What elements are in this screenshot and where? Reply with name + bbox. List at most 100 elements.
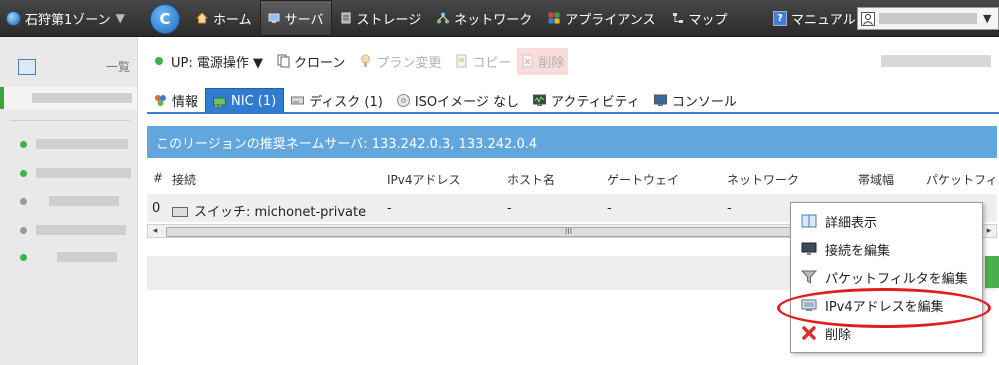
menu-item-label: パケットフィルタを編集 — [825, 271, 968, 287]
column-header: パケットフィ — [926, 173, 998, 187]
username-redacted — [879, 13, 977, 24]
column-header: # — [153, 171, 164, 185]
nav-appliance[interactable]: アプライアンス — [540, 0, 663, 36]
nav-map[interactable]: マップ — [664, 0, 736, 36]
sidebar-server-item[interactable] — [0, 87, 137, 109]
menu-item-label: 削除 — [825, 327, 852, 343]
zone-label: 石狩第1ゾーン — [25, 12, 111, 28]
menu-item-details[interactable]: 詳細表示 — [791, 207, 982, 235]
nic-gateway: - — [607, 201, 612, 216]
red-x-icon — [802, 326, 816, 340]
server-name-redacted — [57, 252, 117, 262]
chevron-down-icon: ▼ — [115, 11, 125, 25]
nic-connection-label: スイッチ: michonet-private — [194, 205, 367, 220]
server-name-redacted — [36, 225, 126, 235]
status-running-icon — [20, 253, 27, 261]
menu-item-label: 詳細表示 — [825, 215, 878, 231]
nav-storage[interactable]: ストレージ — [332, 0, 430, 36]
column-header: IPv4アドレス — [387, 173, 461, 187]
scroll-right-icon[interactable]: ▸ — [982, 225, 996, 237]
nav-home[interactable]: ホーム — [188, 0, 260, 36]
sidebar-server-item[interactable] — [0, 246, 137, 268]
delete-button[interactable]: 削除 — [517, 47, 569, 75]
nic-network: - — [727, 201, 732, 216]
menu-item-label: IPv4アドレスを編集 — [825, 299, 944, 315]
add-nic-button[interactable] — [985, 256, 999, 288]
server-name-redacted — [49, 196, 119, 206]
filter-icon — [801, 270, 817, 284]
tab-iso[interactable]: ISOイメージ なし — [390, 88, 526, 112]
menu-item-edit-connection[interactable]: 接続を編集 — [791, 235, 982, 263]
manual-label: マニュアル — [791, 12, 856, 28]
book-icon — [801, 214, 817, 228]
cd-icon — [396, 93, 410, 107]
info-icon — [155, 94, 166, 106]
server-detail-tabs: 情報 NIC (1) ディスク (1) ISOイメージ なし アクティビティ コ… — [147, 88, 999, 114]
clone-icon — [277, 54, 290, 68]
nic-index: 0 — [152, 201, 161, 216]
column-header: ゲートウェイ — [607, 173, 680, 187]
delete-icon — [522, 54, 533, 68]
clone-button[interactable]: クローン — [277, 52, 345, 71]
copy-icon — [456, 54, 467, 68]
tab-activity-label: アクティビティ — [551, 94, 640, 110]
column-header: 接続 — [172, 173, 197, 187]
appliance-icon — [548, 12, 560, 24]
tab-activity[interactable]: アクティビティ — [526, 88, 647, 112]
server-list-sidebar: 一覧 — [0, 37, 138, 365]
sidebar-divider — [10, 120, 130, 121]
nic-ipv4: - — [387, 201, 392, 216]
scrollbar-grip-icon: III — [565, 227, 573, 236]
tab-disk[interactable]: ディスク (1) — [284, 88, 390, 112]
copy-button[interactable]: コピー — [455, 52, 511, 71]
plan-change-button[interactable]: プラン変更 — [359, 52, 441, 71]
tab-console[interactable]: コンソール — [647, 88, 744, 112]
nav-server[interactable]: サーバ — [259, 0, 332, 36]
status-stopped-icon — [20, 197, 27, 205]
switch-icon — [172, 207, 188, 217]
status-stopped-icon — [20, 226, 27, 234]
nic-context-menu: 詳細表示 接続を編集 パケットフィルタを編集 IPv4アドレスを編集 削除 — [790, 202, 983, 353]
menu-item-delete[interactable]: 削除 — [791, 319, 982, 347]
tab-info[interactable]: 情報 — [147, 88, 205, 112]
menu-item-edit-ipv4[interactable]: IPv4アドレスを編集 — [791, 291, 982, 319]
help-icon: ? — [773, 10, 787, 26]
tab-console-label: コンソール — [671, 94, 737, 110]
user-menu[interactable]: ▼ — [857, 7, 999, 30]
status-running-icon — [155, 57, 163, 65]
network-icon — [437, 12, 450, 24]
tab-disk-label: ディスク (1) — [309, 94, 383, 110]
book-icon — [18, 58, 36, 75]
nav-appliance-label: アプライアンス — [565, 12, 656, 28]
manual-link[interactable]: ? マニュアル — [773, 0, 856, 36]
tab-info-label: 情報 — [172, 94, 199, 110]
activity-icon — [533, 94, 547, 106]
storage-icon — [341, 12, 350, 24]
server-name-redacted — [36, 168, 131, 178]
server-name-redacted — [36, 139, 128, 149]
list-label: 一覧 — [105, 60, 130, 74]
nav-home-label: ホーム — [213, 12, 252, 28]
tab-nic-label: NIC (1) — [231, 93, 277, 109]
tab-nic[interactable]: NIC (1) — [205, 88, 285, 113]
nav-network[interactable]: ネットワーク — [429, 0, 540, 36]
map-icon — [672, 13, 683, 23]
scroll-left-icon[interactable]: ◂ — [148, 225, 162, 237]
power-label: UP: 電源操作 ▼ — [171, 55, 263, 71]
sidebar-server-item[interactable] — [0, 190, 137, 212]
nav-network-label: ネットワーク — [454, 12, 533, 28]
column-header: ホスト名 — [507, 173, 556, 187]
menu-item-edit-packet-filter[interactable]: パケットフィルタを編集 — [791, 263, 982, 291]
globe-icon — [6, 10, 21, 26]
sidebar-server-item[interactable] — [0, 219, 137, 241]
refresh-button[interactable]: C — [150, 4, 180, 34]
nav-server-label: サーバ — [284, 12, 324, 28]
user-icon — [861, 11, 875, 26]
zone-selector[interactable]: 石狩第1ゾーン ▼ — [6, 0, 134, 36]
power-menu-button[interactable]: UP: 電源操作 ▼ — [155, 52, 263, 71]
monitor-icon — [801, 242, 817, 255]
column-header: ネットワーク — [727, 173, 800, 187]
sidebar-server-item[interactable] — [0, 162, 137, 184]
nav-storage-label: ストレージ — [356, 12, 422, 28]
sidebar-server-item[interactable] — [0, 133, 137, 155]
